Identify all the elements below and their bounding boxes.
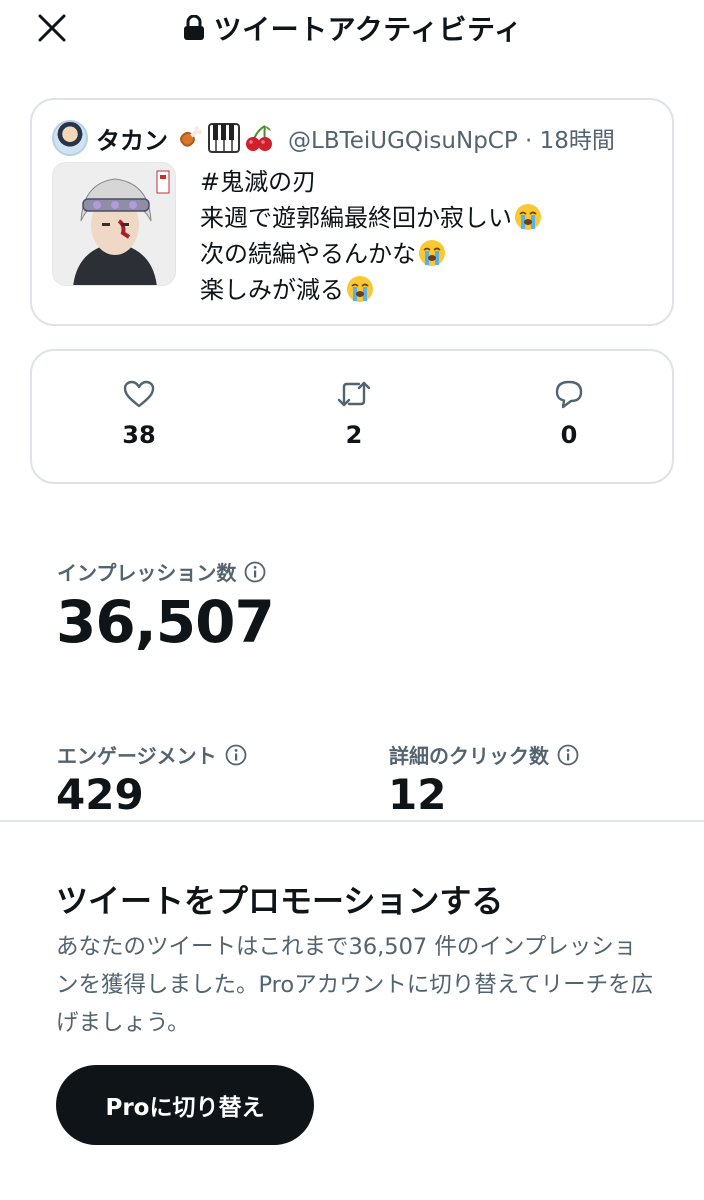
- engagement-card: 38 2 0: [30, 349, 674, 484]
- tweet-card[interactable]: タカン @LBTeiUGQisuNpCP · 18時間 #鬼滅の刃 来週で遊郭編…: [30, 98, 674, 326]
- tweet-line-text: 次の続編やるんかな: [200, 240, 416, 268]
- info-icon[interactable]: [225, 744, 247, 766]
- retweets-count: 2: [345, 421, 363, 449]
- detail-clicks-label: 詳細のクリック数: [389, 744, 549, 768]
- anime-character-image: [53, 163, 175, 285]
- author-name: タカン: [96, 126, 168, 155]
- avatar[interactable]: [52, 120, 88, 156]
- detail-clicks-label-row: 詳細のクリック数: [389, 740, 579, 769]
- piano-keys-emoji: [208, 123, 240, 153]
- lock-icon: [183, 15, 204, 40]
- secondary-stats: エンゲージメント 429 詳細のクリック数 12: [0, 730, 704, 820]
- section-divider: [0, 820, 704, 822]
- impressions-label-row: インプレッション数: [57, 557, 266, 586]
- likes-count: 38: [122, 421, 156, 449]
- tweet-line-text: #鬼滅の刃: [200, 168, 317, 196]
- engagement-value: 429: [56, 770, 144, 819]
- engagement-label: エンゲージメント: [57, 744, 217, 768]
- page-title-wrap: ツイートアクティビティ: [0, 8, 704, 48]
- tweet-line: 楽しみが減る: [200, 272, 542, 308]
- author-handle-time[interactable]: @LBTeiUGQisuNpCP · 18時間: [288, 121, 615, 155]
- author-name-emojis: [174, 123, 274, 153]
- tweet-media-thumbnail[interactable]: [52, 162, 176, 286]
- tweet-line-text: 来週で遊郭編最終回か寂しい: [200, 204, 512, 232]
- retweet-icon: [337, 381, 371, 407]
- tweet-line: 来週で遊郭編最終回か寂しい: [200, 200, 542, 236]
- info-icon[interactable]: [557, 744, 579, 766]
- tweet-line: #鬼滅の刃: [200, 164, 542, 200]
- retweets-metric[interactable]: 2: [294, 379, 414, 449]
- meat-on-bone-emoji: [180, 126, 202, 147]
- replies-metric[interactable]: 0: [509, 379, 629, 449]
- cherries-emoji: [246, 125, 272, 151]
- likes-metric[interactable]: 38: [79, 379, 199, 449]
- loudly-crying-face-emoji: [515, 204, 541, 230]
- loudly-crying-face-emoji: [347, 276, 373, 302]
- impressions-value: 36,507: [56, 588, 275, 656]
- tweet-text: #鬼滅の刃 来週で遊郭編最終回か寂しい 次の続編やるんかな 楽しみが減る: [200, 164, 542, 308]
- impressions-label: インプレッション数: [57, 561, 237, 585]
- info-icon[interactable]: [244, 561, 266, 583]
- detail-clicks-value: 12: [388, 770, 447, 819]
- switch-to-pro-button[interactable]: Proに切り替え: [56, 1065, 314, 1145]
- promo-description: あなたのツイートはこれまで36,507 件のインプレッションを獲得しました。Pr…: [56, 934, 654, 1036]
- tweet-line: 次の続編やるんかな: [200, 236, 542, 272]
- tweet-line-text: 楽しみが減る: [200, 276, 344, 304]
- tweet-author-row: タカン @LBTeiUGQisuNpCP · 18時間: [52, 118, 656, 158]
- reply-bubble-icon: [555, 380, 583, 409]
- promo-title: ツイートをプロモーションする: [56, 882, 504, 920]
- page-title: ツイートアクティビティ: [213, 13, 523, 46]
- top-bar: ツイートアクティビティ: [0, 0, 704, 60]
- replies-count: 0: [560, 421, 578, 449]
- engagement-label-row: エンゲージメント: [57, 740, 247, 769]
- loudly-crying-face-emoji: [419, 240, 445, 266]
- heart-icon: [123, 380, 155, 408]
